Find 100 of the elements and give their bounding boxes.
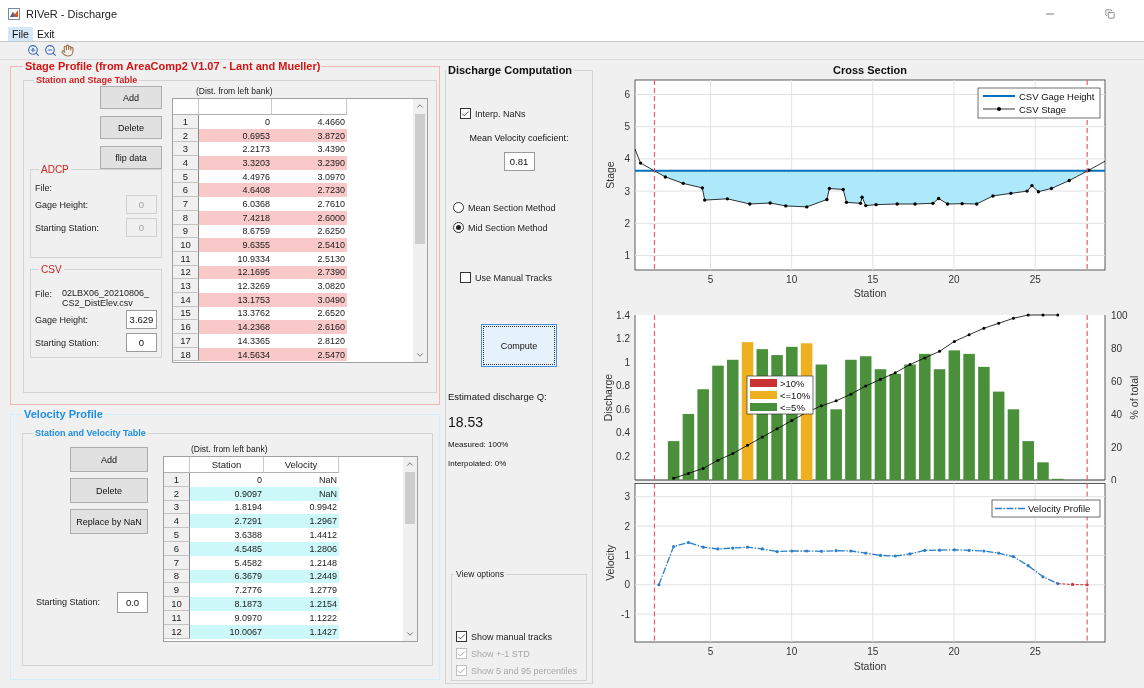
table-caption: (Dist. from left bank): [195, 85, 274, 98]
tick-label: 5: [624, 121, 630, 133]
legend-label: <=5%: [780, 401, 805, 413]
checkbox-label: Use Manual Tracks: [475, 272, 553, 283]
field-label: Starting Station:: [35, 337, 100, 348]
field-label: Mean Velocity coeficient:: [469, 133, 569, 143]
row-number: 6: [173, 183, 199, 198]
tick-label: 1.2: [616, 333, 630, 345]
tick-label: 80: [1111, 342, 1123, 354]
tick-label: 20: [948, 274, 960, 285]
legend-label: >10%: [780, 377, 805, 389]
row-number: 4: [173, 156, 199, 170]
tick-label: 20: [948, 646, 960, 657]
radio-label: Mid Section Method: [468, 222, 548, 233]
group-title: View options: [455, 569, 506, 579]
group-title: ADCP: [40, 164, 70, 175]
tick-label: 0.6: [616, 403, 630, 415]
tick-label: 0.2: [616, 450, 630, 462]
tick-label: 0.8: [616, 380, 630, 392]
axis-label: % of total: [1128, 375, 1140, 420]
row-number: 5: [164, 528, 190, 542]
axis-label: Station: [853, 660, 887, 672]
measured-text: Measured: 100%: [447, 440, 510, 449]
row-number: 4: [164, 514, 190, 529]
group-title: Station and Stage Table: [35, 75, 139, 85]
table-cell: 3.3203: [199, 156, 272, 170]
row-number: 16: [173, 320, 199, 334]
tick-label: 2: [624, 520, 630, 532]
tick-label: 15: [867, 274, 879, 285]
field-label: File:: [35, 289, 52, 299]
table-cell: 2.6160: [272, 320, 347, 334]
field-label: Starting Station:: [36, 597, 101, 607]
tick-label: 3: [624, 185, 630, 197]
tick-label: 6: [624, 89, 630, 100]
tick-label: 1.4: [616, 309, 630, 321]
table-cell: 2.7230: [272, 183, 347, 198]
panel-title: Stage Profile (from AreaComp2 V1.07 - Lant and Mueller): [24, 60, 322, 72]
tick-label: 10: [786, 646, 798, 657]
discharge-value: 18.53: [447, 414, 485, 430]
tick-label: 10: [786, 274, 798, 285]
tick-label: 1: [624, 356, 630, 368]
legend-label: CSV Stage: [1019, 103, 1066, 115]
row-number: 7: [173, 197, 199, 211]
field-label: Gage Height:: [35, 199, 89, 210]
row-number: 1: [173, 115, 199, 129]
tick-label: 2: [624, 217, 630, 229]
table-cell: 8.1873: [190, 597, 264, 611]
group-title: Station and Velocity Table: [34, 428, 147, 438]
file-name: 02LBX06_20210806_ CS2_DistElev.csv: [62, 289, 150, 308]
field-label: Gage Height:: [35, 314, 89, 325]
group-title: CSV: [40, 264, 63, 275]
tick-label: 3: [624, 491, 630, 503]
radio-label: Mean Section Method: [468, 202, 556, 213]
number-field: 0: [126, 195, 157, 214]
row-number: 10: [173, 238, 199, 252]
panel-title: Discharge Computation: [447, 64, 574, 76]
checkbox-label: Show +-1 STD: [471, 648, 530, 659]
table-cell: 3.2390: [272, 156, 347, 170]
table-cell: 1.2967: [264, 514, 339, 529]
tick-label: 5: [707, 646, 714, 657]
checkbox-label: Show manual tracks: [471, 631, 553, 642]
window-title: RIVeR - Discharge: [26, 7, 119, 20]
result-label: Estimated discharge Q:: [447, 391, 548, 402]
legend-label: CSV Gage Height: [1019, 90, 1095, 102]
tick-label: 15: [867, 646, 879, 657]
tick-label: 40: [1111, 408, 1123, 420]
axis-label: Velocity: [604, 544, 616, 581]
checkbox-label: Interp. NaNs: [475, 108, 526, 119]
tick-label: 100: [1111, 309, 1128, 321]
field-label: File:: [35, 183, 52, 193]
table-cell: 2.5410: [272, 238, 347, 252]
axis-label: Station: [853, 287, 887, 299]
chart-title: Cross Section: [833, 64, 907, 76]
tick-label: 5: [707, 274, 714, 285]
number-field: 0: [126, 218, 157, 237]
row-number: 1: [164, 473, 190, 487]
tick-label: 25: [1029, 646, 1041, 657]
tick-label: 0.4: [616, 427, 630, 439]
field-label: Starting Station:: [35, 222, 100, 233]
legend-label: Velocity Profile: [1028, 503, 1091, 514]
tick-label: 1: [624, 549, 630, 561]
tick-label: -1: [621, 608, 630, 620]
tick-label: 60: [1111, 375, 1123, 387]
tick-label: 0: [1111, 474, 1117, 483]
axis-label: Stage: [604, 161, 616, 189]
row-number: 13: [173, 279, 199, 293]
row-number: 9: [164, 583, 190, 598]
axis-label: Discharge: [602, 373, 614, 422]
panel-title: Velocity Profile: [23, 408, 104, 420]
tick-label: 0: [624, 579, 630, 591]
legend-label: <=10%: [780, 389, 811, 401]
tick-label: 25: [1029, 274, 1041, 285]
tick-label: 20: [1111, 441, 1123, 453]
table-cell: 9.6355: [199, 238, 272, 252]
table-caption: (Dist. from left bank): [190, 443, 269, 456]
row-number: 3: [173, 142, 199, 157]
interpolated-text: Interpolated: 0%: [447, 459, 508, 468]
tick-label: 4: [624, 153, 630, 165]
row-number: 17: [173, 334, 199, 348]
table-cell: 1.2154: [264, 597, 339, 611]
